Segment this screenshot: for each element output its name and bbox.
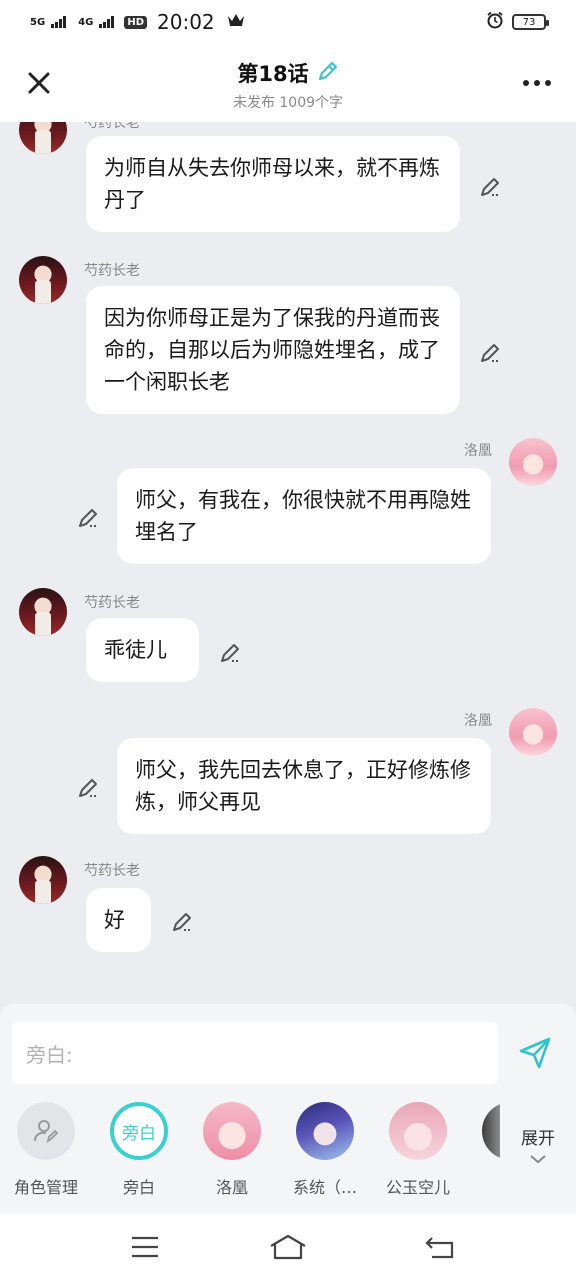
avatar-luohuang[interactable] xyxy=(509,438,557,486)
speaker-name: 洛凰 xyxy=(464,443,492,459)
role-label: 角色管理 xyxy=(13,1178,78,1197)
clock-time: 20:02 xyxy=(157,10,215,34)
home-icon xyxy=(270,1234,306,1260)
role-avatar: 旁白 xyxy=(110,1102,168,1160)
message-bubble[interactable]: 好 xyxy=(86,888,151,952)
speaker-name: 洛凰 xyxy=(464,713,492,729)
role-avatar xyxy=(203,1102,261,1160)
avatar-shaoyao[interactable] xyxy=(19,588,67,636)
title-wrap: 第18话 xyxy=(0,58,576,88)
role-selector[interactable]: 角色管理 旁白 旁白 洛凰 系统（… 公玉空儿 秦 xyxy=(0,1102,500,1202)
message-bubble[interactable]: 师父，我先回去休息了，正好修炼修炼，师父再见 xyxy=(117,738,491,834)
edit-message-icon[interactable] xyxy=(478,175,502,199)
edit-message-icon[interactable] xyxy=(218,641,242,665)
speaker-name: 芍药长老 xyxy=(84,863,140,879)
signal-icon-2 xyxy=(99,16,115,28)
home-nav-button[interactable] xyxy=(268,1232,308,1262)
menu-nav-button[interactable] xyxy=(125,1232,165,1262)
composer-panel: 旁白: 角色管理 旁白 旁白 洛凰 系统（… 公玉空儿 秦 xyxy=(0,1004,576,1214)
message-bubble[interactable]: 乖徒儿 xyxy=(86,618,199,682)
role-avatar xyxy=(482,1102,500,1160)
more-button[interactable] xyxy=(520,68,554,98)
more-dots-icon xyxy=(523,80,551,86)
avatar-luohuang[interactable] xyxy=(509,708,557,756)
battery-indicator: 73 xyxy=(512,14,549,30)
role-avatar xyxy=(296,1102,354,1160)
edit-message-icon[interactable] xyxy=(170,910,194,934)
user-edit-icon xyxy=(34,1120,59,1144)
status-bar: 5G 4G HD 20:02 73 xyxy=(0,0,576,44)
role-item-partial[interactable]: 秦 xyxy=(468,1102,500,1198)
chat-area[interactable]: 芍药长老 为师自从失去你师母以来，就不再炼丹了 芍药长老 因为你师母正是为了保我… xyxy=(0,122,576,1004)
role-item-narration[interactable]: 旁白 旁白 xyxy=(96,1102,182,1198)
narration-input[interactable]: 旁白: xyxy=(12,1022,498,1084)
avatar-shaoyao[interactable] xyxy=(19,122,67,154)
role-avatar xyxy=(389,1102,447,1160)
role-label: 旁白 xyxy=(122,1178,155,1197)
role-avatar xyxy=(17,1102,75,1160)
back-nav-button[interactable] xyxy=(420,1232,460,1262)
role-label: 秦 xyxy=(468,1174,500,1198)
back-icon xyxy=(425,1237,454,1259)
page-title: 第18话 xyxy=(237,62,309,86)
role-item-system[interactable]: 系统（… xyxy=(282,1102,368,1198)
avatar-shaoyao[interactable] xyxy=(19,256,67,304)
hd-badge: HD xyxy=(124,15,148,29)
role-label: 系统（… xyxy=(292,1178,357,1197)
edit-message-icon[interactable] xyxy=(76,776,100,800)
expand-button[interactable]: 展开 xyxy=(508,1124,568,1170)
page-subtitle: 未发布 1009个字 xyxy=(232,95,344,111)
role-item-manage[interactable]: 角色管理 xyxy=(3,1102,89,1198)
expand-label: 展开 xyxy=(521,1129,555,1149)
menu-icon xyxy=(132,1236,158,1258)
speaker-name: 芍药长老 xyxy=(84,595,140,611)
send-icon xyxy=(519,1037,551,1069)
speaker-name: 芍药长老 xyxy=(84,263,140,279)
message-bubble[interactable]: 因为你师母正是为了保我的丹道而丧命的，自那以后为师隐姓埋名，成了一个闲职长老 xyxy=(86,286,460,414)
role-item-luohuang[interactable]: 洛凰 xyxy=(189,1102,275,1198)
role-item-gongyu[interactable]: 公玉空儿 xyxy=(375,1102,461,1198)
role-label: 洛凰 xyxy=(215,1178,248,1197)
system-nav-bar xyxy=(0,1214,576,1280)
edit-message-icon[interactable] xyxy=(76,506,100,530)
role-label: 公玉空儿 xyxy=(385,1178,450,1197)
alarm-icon xyxy=(486,11,504,33)
chevron-down-icon xyxy=(530,1155,546,1164)
message-bubble[interactable]: 师父，有我在，你很快就不用再隐姓埋名了 xyxy=(117,468,491,564)
avatar-shaoyao[interactable] xyxy=(19,856,67,904)
status-right: 73 xyxy=(486,11,549,33)
edit-title-icon[interactable] xyxy=(317,60,339,86)
chapter-header: 第18话 未发布 1009个字 xyxy=(0,44,576,122)
network-5g-label: 5G xyxy=(30,16,46,28)
signal-icon xyxy=(51,16,67,28)
send-button[interactable] xyxy=(512,1030,558,1076)
edit-message-icon[interactable] xyxy=(478,341,502,365)
message-bubble[interactable]: 为师自从失去你师母以来，就不再炼丹了 xyxy=(86,136,460,232)
network-4g-label: 4G xyxy=(78,16,94,28)
speaker-name: 芍药长老 xyxy=(84,122,140,131)
status-left: 5G 4G HD 20:02 xyxy=(30,10,245,34)
crown-icon xyxy=(227,13,245,31)
